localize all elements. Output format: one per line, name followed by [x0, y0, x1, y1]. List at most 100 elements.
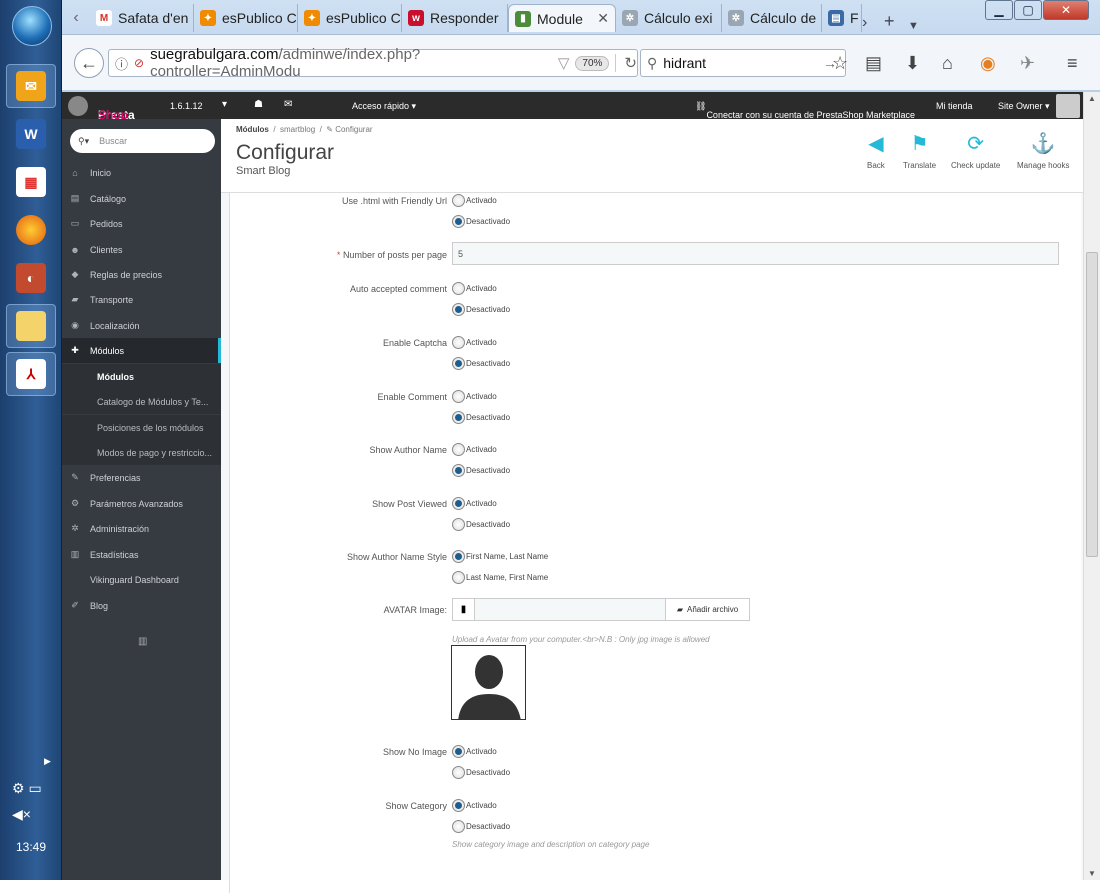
autocad-app[interactable]: ◐: [6, 256, 56, 300]
cart-icon[interactable]: ▾: [222, 99, 227, 110]
author-style-last-first-radio[interactable]: Last Name, First Name: [452, 571, 548, 584]
sidebar-item-parametros[interactable]: ⚙ Parámetros Avanzados: [62, 491, 221, 516]
sidebar-item-estadisticas[interactable]: ▥ Estadísticas: [62, 542, 221, 567]
user-icon[interactable]: ☗: [254, 99, 263, 110]
home-icon[interactable]: ⌂: [942, 53, 953, 74]
maximize-button[interactable]: ▢: [1014, 0, 1042, 20]
scroll-up-icon[interactable]: ▲: [1088, 94, 1096, 103]
author-name-on-radio[interactable]: Activado: [452, 443, 497, 456]
translate-button[interactable]: ⚑ Translate: [903, 133, 936, 170]
comment-on-radio[interactable]: Activado: [452, 390, 497, 403]
sidebar-item-administracion[interactable]: ✲ Administración: [62, 516, 221, 541]
author-style-first-last-radio[interactable]: First Name, Last Name: [452, 550, 548, 563]
back-button[interactable]: ◀ Back: [867, 133, 885, 170]
system-clock[interactable]: 13:49: [0, 840, 62, 854]
sidebar-item-reglas[interactable]: ◆ Reglas de precios: [62, 262, 221, 287]
search-input[interactable]: ⚲▾ Buscar: [70, 129, 215, 153]
sidebar-item-preferencias[interactable]: ✎ Preferencias: [62, 465, 221, 490]
quick-access-menu[interactable]: Acceso rápido ▾: [352, 101, 416, 112]
volume-muted-icon[interactable]: ◀×: [12, 806, 31, 823]
my-store-link[interactable]: Mi tienda: [936, 101, 973, 111]
tab-gmail[interactable]: M Safata d'en: [90, 4, 194, 32]
auto-accepted-on-radio[interactable]: Activado: [452, 282, 497, 295]
sidebar-subitem-posiciones[interactable]: Posiciones de los módulos: [62, 415, 221, 440]
marketplace-connect-link[interactable]: ⛓ Conectar con su cuenta de PrestaShop M…: [695, 101, 915, 120]
tab-list-icon[interactable]: ▼: [908, 20, 928, 32]
apps-grid-app[interactable]: ▦: [6, 160, 56, 204]
tab-module[interactable]: ▮ Module ✕: [508, 4, 616, 32]
download-icon[interactable]: ⬇: [905, 53, 920, 74]
avatar-file-input[interactable]: ▮ ▰ Añadir archivo: [452, 598, 750, 621]
word-app[interactable]: W: [6, 112, 56, 156]
no-image-off-radio[interactable]: Desactivado: [452, 766, 510, 779]
search-bar[interactable]: ⚲ hidrant →: [640, 49, 846, 77]
sidebar-item-catalogo[interactable]: ▤ Catálogo: [62, 186, 221, 211]
scroll-down-icon[interactable]: ▼: [1088, 869, 1096, 878]
category-on-radio[interactable]: Activado: [452, 799, 497, 812]
pdf-reader-app[interactable]: ⅄: [6, 352, 56, 396]
insecure-lock-icon[interactable]: ⊘: [134, 56, 144, 70]
dropdown-icon[interactable]: ▽: [558, 54, 570, 72]
tab-calculo-2[interactable]: ✲ Cálculo de: [722, 4, 822, 32]
sidebar-item-blog[interactable]: ✐ Blog: [62, 593, 221, 618]
start-button[interactable]: [12, 6, 52, 46]
comment-off-radio[interactable]: Desactivado: [452, 411, 510, 424]
add-file-button[interactable]: ▰ Añadir archivo: [665, 599, 749, 620]
avatar[interactable]: [1056, 94, 1080, 118]
info-icon[interactable]: ⓘ: [115, 54, 128, 73]
firefox-app[interactable]: [6, 208, 56, 252]
tab-doc[interactable]: ▤ F: [822, 4, 862, 32]
reading-list-icon[interactable]: ▤: [865, 53, 882, 74]
author-name-off-radio[interactable]: Desactivado: [452, 464, 510, 477]
sidebar-subitem-modulos[interactable]: Módulos: [62, 364, 221, 389]
tab-scroll-right-icon[interactable]: ›: [862, 14, 884, 32]
reload-icon[interactable]: ↻: [615, 54, 637, 72]
sidebar-item-transporte[interactable]: ▰ Transporte: [62, 287, 221, 312]
tab-espublico-2[interactable]: ✦ esPublico C: [298, 4, 402, 32]
bookmark-star-icon[interactable]: ☆: [832, 53, 848, 74]
tab-scroll-left-icon[interactable]: ‹: [62, 4, 90, 32]
close-window-button[interactable]: ✕: [1043, 0, 1089, 20]
sidebar-item-localizacion[interactable]: ◉ Localización: [62, 313, 221, 338]
tab-calculo-1[interactable]: ✲ Cálculo exi: [616, 4, 722, 32]
menu-icon[interactable]: ≡: [1067, 53, 1078, 74]
minimize-button[interactable]: ▁: [985, 0, 1013, 20]
tab-espublico-1[interactable]: ✦ esPublico C: [194, 4, 298, 32]
mail-icon[interactable]: ✉: [284, 99, 292, 110]
close-tab-icon[interactable]: ✕: [597, 10, 609, 27]
sidebar-subitem-pago[interactable]: Modos de pago y restriccio...: [62, 440, 221, 465]
post-viewed-off-radio[interactable]: Desactivado: [452, 518, 510, 531]
manage-hooks-button[interactable]: ⚓ Manage hooks: [1017, 133, 1069, 170]
sidebar-item-pedidos[interactable]: ▭ Pedidos: [62, 211, 221, 236]
no-image-on-radio[interactable]: Activado: [452, 745, 497, 758]
url-bar[interactable]: ⓘ ⊘ suegrabulgara.com/adminwe/index.php?…: [108, 46, 638, 80]
network-icon[interactable]: ⚙ ▭: [12, 780, 42, 797]
page-scrollbar[interactable]: ▲ ▼: [1083, 92, 1100, 880]
tray-expand-icon[interactable]: ▶: [44, 756, 51, 767]
html-friendly-off-radio[interactable]: Desactivado: [452, 215, 510, 228]
tab-responder[interactable]: w Responder: [402, 4, 508, 32]
sidebar-subitem-catalogo[interactable]: Catalogo de Módulos y Te...: [62, 389, 221, 414]
scrollbar-thumb[interactable]: [1086, 252, 1098, 557]
new-tab-icon[interactable]: +: [884, 11, 908, 32]
posts-per-page-input[interactable]: 5: [452, 242, 1059, 265]
back-button[interactable]: ←: [74, 48, 104, 78]
sidebar-item-clientes[interactable]: ☻ Clientes: [62, 237, 221, 262]
file-explorer-app[interactable]: [6, 304, 56, 348]
check-update-button[interactable]: ⟳ Check update: [951, 133, 1000, 170]
captcha-on-radio[interactable]: Activado: [452, 336, 497, 349]
category-off-radio[interactable]: Desactivado: [452, 820, 510, 833]
post-viewed-on-radio[interactable]: Activado: [452, 497, 497, 510]
employee-menu[interactable]: Site Owner ▾: [998, 101, 1050, 112]
collapse-menu-icon[interactable]: ▥: [138, 636, 147, 647]
html-friendly-on-radio[interactable]: Activado: [452, 194, 497, 207]
zoom-indicator[interactable]: 70%: [575, 55, 610, 71]
sidebar-item-modulos[interactable]: ✚ Módulos: [62, 338, 221, 363]
sidebar-item-inicio[interactable]: ⌂ Inicio: [62, 160, 221, 185]
prestashop-logo-icon[interactable]: [68, 96, 88, 116]
captcha-off-radio[interactable]: Desactivado: [452, 357, 510, 370]
sidebar-item-vikinguard[interactable]: Vikinguard Dashboard: [62, 567, 221, 592]
addon-icon[interactable]: ◉: [980, 53, 996, 74]
outlook-app[interactable]: ✉: [6, 64, 56, 108]
auto-accepted-off-radio[interactable]: Desactivado: [452, 303, 510, 316]
